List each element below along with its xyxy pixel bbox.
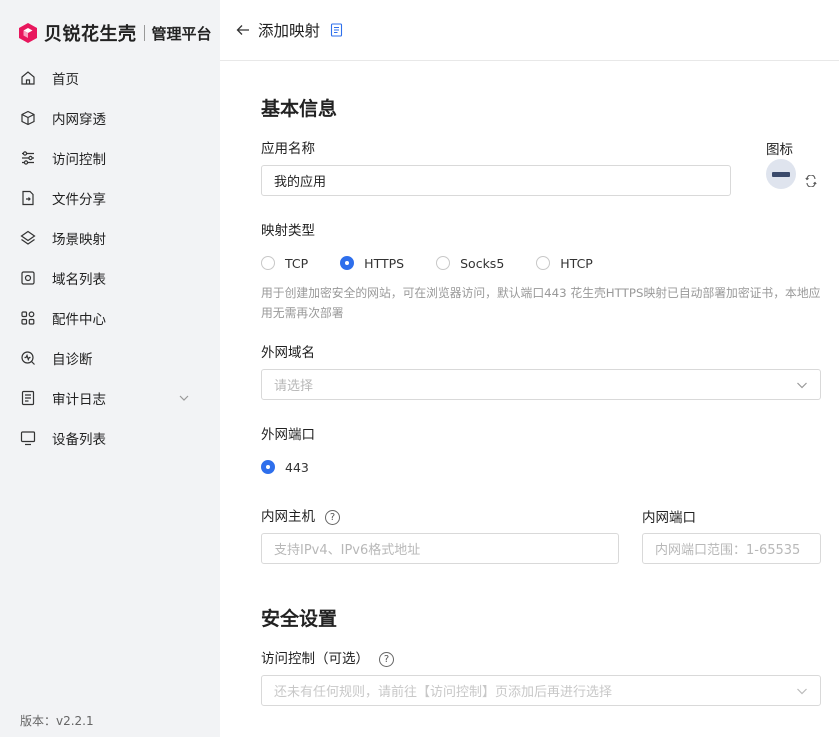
radio-circle: [436, 256, 451, 270]
radio-htcp[interactable]: HTCP: [536, 256, 593, 271]
access-control-label: 访问控制（可选）: [261, 651, 369, 667]
version-text: 版本：v2.2.1: [20, 714, 94, 728]
page-header: 添加映射: [220, 0, 839, 61]
access-control-label-row: 访问控制（可选）?: [261, 647, 394, 667]
brand-name: 贝锐花生壳: [44, 24, 137, 45]
sidebar-item-tunnel[interactable]: 内网穿透: [0, 98, 220, 138]
sidebar-item-label: 访问控制: [52, 152, 106, 168]
inner-host-label-row: 内网主机?: [261, 505, 340, 525]
refresh-icon[interactable]: [804, 175, 818, 187]
sidebar-item-home[interactable]: 首页: [0, 58, 220, 98]
help-icon[interactable]: ?: [325, 509, 340, 525]
app-name-label: 应用名称: [261, 141, 315, 157]
log-icon: [20, 390, 36, 406]
mapping-type-radio-group: TCP HTTPS Socks5 HTCP: [261, 254, 625, 272]
sidebar-item-label: 场景映射: [52, 232, 106, 248]
brand[interactable]: 贝锐花生壳 管理平台: [16, 20, 212, 46]
grid-icon: [20, 310, 36, 326]
sidebar-item-audit-log[interactable]: 审计日志: [0, 378, 220, 418]
sidebar-item-label: 自诊断: [52, 352, 93, 368]
app-icon-glyph: [772, 171, 790, 177]
external-port-label: 外网端口: [261, 427, 315, 443]
sidebar-item-accessories[interactable]: 配件中心: [0, 298, 220, 338]
sidebar-item-self-diagnosis[interactable]: 自诊断: [0, 338, 220, 378]
radio-label: 443: [285, 459, 309, 475]
inner-port-label: 内网端口: [642, 510, 696, 526]
radio-circle-selected: [261, 460, 275, 474]
sidebar-item-label: 设备列表: [52, 432, 106, 448]
radio-label: Socks5: [460, 255, 505, 271]
domain-label: 外网域名: [261, 345, 315, 361]
main-content: 添加映射 基本信息 应用名称 我的应用 图标 映射类型 TCP HTTPS So…: [220, 0, 839, 737]
sidebar-item-domains[interactable]: 域名列表: [0, 258, 220, 298]
brand-divider: [143, 25, 145, 41]
brand-subtitle: 管理平台: [151, 24, 212, 43]
app-icon-preview[interactable]: [766, 159, 796, 189]
inner-port-input[interactable]: 内网端口范围：1-65535: [642, 533, 821, 564]
sidebar-item-file-share[interactable]: 文件分享: [0, 178, 220, 218]
radio-socks5[interactable]: Socks5: [436, 256, 504, 271]
inner-host-input[interactable]: 支持IPv4、IPv6格式地址: [261, 533, 619, 564]
radio-label: TCP: [285, 255, 309, 271]
radio-https[interactable]: HTTPS: [340, 256, 404, 271]
sidebar-item-access-control[interactable]: 访问控制: [0, 138, 220, 178]
radio-circle-selected: [340, 256, 355, 270]
sidebar-item-label: 审计日志: [52, 392, 106, 408]
help-icon[interactable]: ?: [379, 651, 394, 667]
page-title: 添加映射: [258, 22, 321, 40]
sidebar-item-label: 内网穿透: [52, 112, 106, 128]
sidebar-item-scene-mapping[interactable]: 场景映射: [0, 218, 220, 258]
sidebar-item-label: 配件中心: [52, 312, 106, 328]
file-share-icon: [20, 190, 36, 206]
sidebar-item-label: 文件分享: [52, 192, 106, 208]
section-title-security: 安全设置: [261, 608, 338, 630]
document-icon[interactable]: [330, 23, 343, 37]
icon-label: 图标: [766, 142, 793, 158]
home-icon: [20, 70, 36, 86]
cube-icon: [20, 110, 36, 126]
radio-circle: [536, 256, 551, 270]
chevron-down-icon[interactable]: [178, 392, 190, 404]
chevron-down-icon: [797, 688, 807, 695]
app-name-input[interactable]: 我的应用: [261, 165, 731, 196]
back-arrow-icon[interactable]: [236, 23, 250, 37]
domain-select[interactable]: 请选择: [261, 369, 821, 400]
chevron-down-icon: [797, 382, 807, 389]
inner-host-label: 内网主机: [261, 509, 315, 525]
brand-logo-icon: [19, 23, 37, 43]
domain-icon: [20, 270, 36, 286]
sidebar-item-label: 域名列表: [52, 272, 106, 288]
radio-circle: [261, 256, 275, 270]
access-control-placeholder: 还未有任何规则，请前往【访问控制】页添加后再进行选择: [274, 685, 613, 700]
sidebar: 贝锐花生壳 管理平台 首页 内网穿透 访问控制 文件分享 场景映射 域名列表 配…: [0, 0, 220, 737]
sliders-icon: [20, 150, 36, 166]
external-port-radio-group: 443: [261, 458, 341, 476]
diagnose-icon: [20, 350, 36, 366]
access-control-select[interactable]: 还未有任何规则，请前往【访问控制】页添加后再进行选择: [261, 675, 821, 706]
mapping-type-label: 映射类型: [261, 223, 315, 239]
radio-tcp[interactable]: TCP: [261, 256, 308, 271]
radio-label: HTCP: [560, 255, 593, 271]
layers-icon: [20, 230, 36, 246]
section-title-basic: 基本信息: [261, 98, 338, 120]
sidebar-item-devices[interactable]: 设备列表: [0, 418, 220, 458]
domain-select-placeholder: 请选择: [274, 379, 314, 394]
radio-label: HTTPS: [364, 255, 405, 271]
sidebar-nav: 首页 内网穿透 访问控制 文件分享 场景映射 域名列表 配件中心 自诊断 审计日…: [0, 58, 220, 458]
sidebar-item-label: 首页: [52, 72, 79, 88]
mapping-type-hint: 用于创建加密安全的网站，可在浏览器访问，默认端口443 花生壳HTTPS映射已自…: [261, 286, 821, 320]
radio-port-443[interactable]: 443: [261, 460, 309, 475]
monitor-icon: [20, 430, 36, 446]
